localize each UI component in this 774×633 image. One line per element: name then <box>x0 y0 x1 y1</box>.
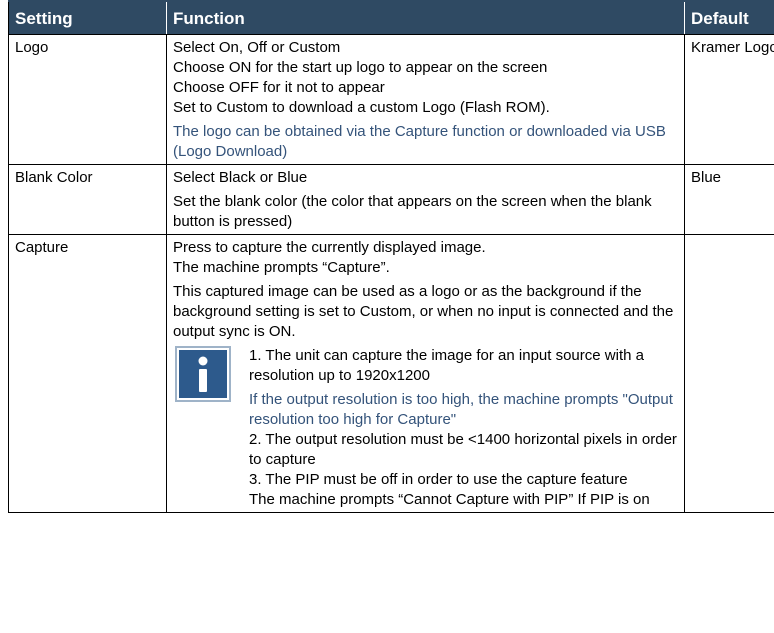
table-row: Logo Select On, Off or Custom Choose ON … <box>8 34 774 165</box>
header-function: Function <box>166 0 685 35</box>
note-text: If the output resolution is too high, th… <box>249 391 673 428</box>
info-line: 1. The unit can capture the image for an… <box>249 347 644 384</box>
function-line: Select On, Off or Custom <box>173 39 341 56</box>
setting-cell: Blank Color <box>8 164 167 235</box>
info-line: 2. The output resolution must be <1400 h… <box>249 431 677 468</box>
function-line: Set to Custom to download a custom Logo … <box>173 99 550 116</box>
function-line: Press to capture the currently displayed… <box>173 239 486 256</box>
info-icon <box>175 346 231 402</box>
default-cell: Blue <box>684 164 774 235</box>
info-line: 3. The PIP must be off in order to use t… <box>249 471 628 488</box>
table-header-row: Setting Function Default <box>8 0 774 35</box>
info-box: 1. The unit can capture the image for an… <box>173 346 678 510</box>
setting-cell: Capture <box>8 234 167 513</box>
table-row: Capture Press to capture the currently d… <box>8 234 774 513</box>
setting-label: Blank Color <box>15 169 93 186</box>
settings-table: Setting Function Default Logo Select On,… <box>8 0 774 513</box>
note-text: The logo can be obtained via the Capture… <box>173 123 666 160</box>
function-cell: Select Black or Blue Set the blank color… <box>166 164 685 235</box>
default-cell <box>684 234 774 513</box>
function-line: Select Black or Blue <box>173 169 308 186</box>
function-cell: Select On, Off or Custom Choose ON for t… <box>166 34 685 165</box>
default-value: Kramer Logo <box>691 39 774 56</box>
table-row: Blank Color Select Black or Blue Set the… <box>8 164 774 235</box>
setting-cell: Logo <box>8 34 167 165</box>
info-box-text: 1. The unit can capture the image for an… <box>249 346 678 510</box>
setting-label: Logo <box>15 39 49 56</box>
document-page: Setting Function Default Logo Select On,… <box>8 0 774 633</box>
function-line: The machine prompts “Capture”. <box>173 259 390 276</box>
header-default: Default <box>684 0 774 35</box>
function-line: Choose ON for the start up logo to appea… <box>173 59 548 76</box>
default-value: Blue <box>691 169 722 186</box>
function-line: Choose OFF for it not to appear <box>173 79 385 96</box>
function-line: Set the blank color (the color that appe… <box>173 193 652 230</box>
function-line: This captured image can be used as a log… <box>173 283 674 340</box>
function-cell: Press to capture the currently displayed… <box>166 234 685 513</box>
info-line: The machine prompts “Cannot Capture with… <box>249 491 650 508</box>
header-setting: Setting <box>8 0 167 35</box>
setting-label: Capture <box>15 239 69 256</box>
default-cell: Kramer Logo <box>684 34 774 165</box>
